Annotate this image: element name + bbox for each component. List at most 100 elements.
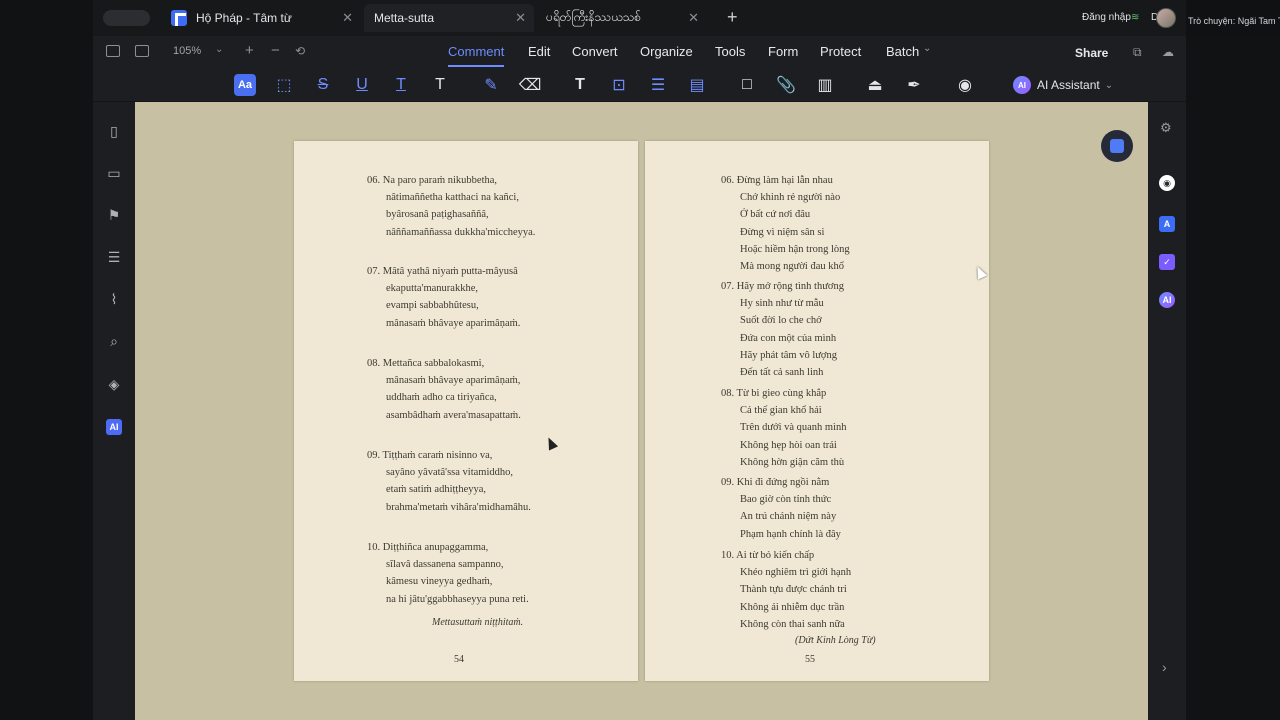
attachment-icon[interactable]: ⌇ <box>106 291 122 307</box>
layers-list-icon[interactable]: ☰ <box>106 249 122 265</box>
checklist-icon[interactable]: ✓ <box>1159 254 1175 270</box>
verse-line: mânasaṁ bhâvaye aparimâṇaṁ, <box>386 375 521 387</box>
callout-tool[interactable]: ☰ <box>647 74 669 96</box>
verse-line: 07. Mâtâ yathâ niyaṁ putta-mâyusâ <box>367 266 518 277</box>
chevron-down-icon[interactable]: ⌄ <box>923 43 931 54</box>
shape-tool[interactable]: □ <box>736 74 758 96</box>
underline-tool[interactable]: U <box>351 74 373 96</box>
chevron-down-icon[interactable]: ⌄ <box>215 44 223 55</box>
menu-batch[interactable]: Batch <box>886 44 919 59</box>
verse-line: mânasaṁ bhâvaye aparimâṇaṁ. <box>386 317 521 329</box>
ai-sidebar-icon[interactable]: AI <box>106 419 122 435</box>
page-thumbnails-icon[interactable]: ▯ <box>106 123 122 139</box>
menu-organize[interactable]: Organize <box>640 44 693 59</box>
verse-line: Hy sinh như từ mẫu <box>740 298 824 310</box>
wifi-icon: ≋ <box>1131 12 1140 23</box>
menu-protect[interactable]: Protect <box>820 44 861 59</box>
stamp-tool[interactable]: ⏏ <box>864 74 886 96</box>
zoom-out-icon[interactable]: − <box>271 42 280 59</box>
verse-line: etaṁ satiṁ adhiṭṭheyya, <box>386 484 487 496</box>
page-view-icon[interactable] <box>135 45 149 57</box>
text-highlight-tool[interactable]: Aa <box>234 74 256 96</box>
verse-line: 08. Mettañca sabbalokasmi, <box>367 358 485 369</box>
translate-icon[interactable]: A <box>1159 216 1175 232</box>
area-highlight-tool[interactable]: ⬚ <box>273 74 295 96</box>
verse-line: Bao giờ còn tỉnh thức <box>740 494 832 506</box>
close-icon[interactable]: ✕ <box>515 10 526 26</box>
menu-comment[interactable]: Comment <box>448 44 505 67</box>
verse-line: 06. Đừng làm hại lẫn nhau <box>721 175 833 186</box>
verse-line: 07. Hãy mở rộng tình thương <box>721 281 844 292</box>
text-tool[interactable]: T <box>569 74 591 96</box>
search-icon[interactable]: ⌕ <box>106 333 122 349</box>
note-tool[interactable]: ▤ <box>686 74 708 96</box>
comments-icon[interactable]: ▭ <box>106 165 122 181</box>
new-tab-icon[interactable]: + <box>727 7 738 28</box>
measure-tool[interactable]: ▥ <box>814 74 836 96</box>
eraser-icon[interactable]: ⌫ <box>519 74 542 96</box>
share-button[interactable]: Share <box>1075 46 1108 60</box>
sidebar-toggle-icon[interactable] <box>106 45 120 57</box>
verse-line: Cả thế gian khổ hải <box>740 405 822 417</box>
left-sidebar: ▯ ▭ ⚑ ☰ ⌇ ⌕ ◈ AI <box>93 102 135 720</box>
tab-ho-phap[interactable]: Hộ Pháp - Tâm từ ✕ <box>163 4 361 32</box>
verse-line: nâtimaññetha katthaci na kañci, <box>386 192 519 204</box>
replace-text-tool[interactable]: T <box>429 74 451 96</box>
document-canvas: 06. Na paro paraṁ nikubbetha, nâtimaññet… <box>135 102 1148 720</box>
text-box-tool[interactable]: ⊡ <box>608 74 630 96</box>
chevron-right-icon[interactable]: › <box>1162 659 1167 675</box>
app-logo-icon <box>171 10 187 26</box>
layers-icon[interactable]: ◈ <box>106 376 122 392</box>
close-icon[interactable]: ✕ <box>688 10 699 26</box>
signature-tool[interactable]: ✒ <box>903 74 925 96</box>
tab-paritta[interactable]: ပရိတ်ကြီးနိဿယသစ် ✕ <box>537 4 707 32</box>
fit-page-icon[interactable]: ⟲ <box>295 44 305 58</box>
pen-tool[interactable]: ✎ <box>480 74 502 96</box>
verse-line: Đứa con một của mình <box>740 332 837 344</box>
zoom-in-icon[interactable]: + <box>245 42 254 59</box>
vi-stanza-09: 09. Khi đi đứng ngồi nằm Bao giờ còn tỉn… <box>721 474 841 543</box>
menu-convert[interactable]: Convert <box>572 44 618 59</box>
verse-line: Không còn thai sanh nữa <box>740 618 845 630</box>
ai-assistant-label: AI Assistant <box>1037 78 1100 92</box>
verse-line: 10. Ai từ bỏ kiến chấp <box>721 550 815 561</box>
verse-line: Thành tựu được chánh tri <box>740 584 847 596</box>
verse-line: brahma'metaṁ vihâra'midhamâhu. <box>386 501 531 513</box>
show-hide-icon[interactable]: ◉ <box>954 74 976 96</box>
menu-form[interactable]: Form <box>768 44 798 59</box>
pali-stanza-07: 07. Mâtâ yathâ niyaṁ putta-mâyusâ ekaput… <box>367 263 520 332</box>
ai-assistant-button[interactable]: AI AI Assistant ⌄ <box>1013 76 1113 94</box>
bookmark-icon[interactable]: ⚑ <box>106 207 122 223</box>
chatbot-icon[interactable]: ◉ <box>1159 175 1175 191</box>
settings-sliders-icon[interactable]: ⚙ <box>1160 120 1172 136</box>
ai-badge-icon: AI <box>1013 76 1031 94</box>
verse-line: byârosanâ paṭighasaññâ, <box>386 209 489 221</box>
verse-line: 08. Từ bi gieo cùng khắp <box>721 388 827 399</box>
pali-stanza-09: 09. Tiṭṭhaṁ caraṁ nisinno va, sayâno yâv… <box>367 447 531 516</box>
squiggly-tool[interactable]: T <box>390 74 412 96</box>
login-link[interactable]: Đăng nhập <box>1082 12 1131 23</box>
verse-line: Đừng vì niệm sân si <box>740 226 825 238</box>
zoom-level[interactable]: 105% <box>173 45 201 57</box>
strikethrough-tool[interactable]: S <box>312 74 334 96</box>
menu-edit[interactable]: Edit <box>528 44 550 59</box>
chat-window-title: Trò chuyện: Ngãi Tam T <box>1186 0 1280 38</box>
network-icon[interactable]: ⧉ <box>1133 46 1146 58</box>
vi-stanza-08: 08. Từ bi gieo cùng khắp Cả thế gian khổ… <box>721 385 847 471</box>
verse-line: na hi jâtu'ggabbhaseyya puna reti. <box>386 593 529 605</box>
cloud-upload-icon[interactable]: ☁ <box>1162 46 1175 58</box>
window-controls[interactable] <box>103 10 150 26</box>
verse-line: Ở bất cứ nơi đâu <box>740 209 811 221</box>
comment-toolbar: Aa ⬚ S U T T ✎ ⌫ T ⊡ ☰ ▤ □ 📎 ▥ ⏏ ✒ ◉ AI … <box>93 68 1186 102</box>
avatar[interactable] <box>1156 8 1176 28</box>
menu-tools[interactable]: Tools <box>715 44 745 59</box>
translate-fab-button[interactable] <box>1101 130 1133 162</box>
sutta-closing: Mettasuttaṁ niṭṭhitaṁ. <box>432 617 524 628</box>
close-icon[interactable]: ✕ <box>342 10 353 26</box>
ai-icon[interactable]: AI <box>1159 292 1175 308</box>
verse-line: 06. Na paro paraṁ nikubbetha, <box>367 175 498 186</box>
attachment-icon[interactable]: 📎 <box>775 74 797 96</box>
tab-metta-sutta[interactable]: Metta-sutta ✕ <box>364 4 534 32</box>
verse-line: Mà mong người đau khổ <box>740 261 844 273</box>
verse-line: Đến tất cả sanh linh <box>740 367 824 379</box>
